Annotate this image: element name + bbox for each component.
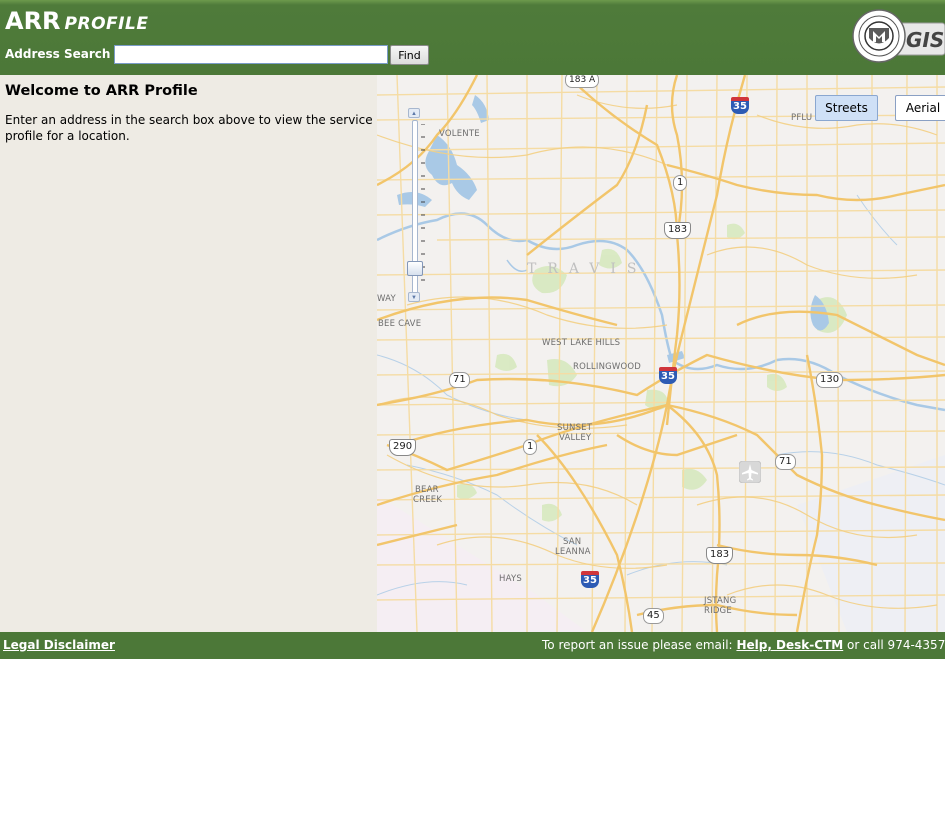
us-shield-183-south: 183 [706,547,734,564]
hwy-shield-130: 130 [816,372,844,388]
map-view[interactable]: VOLENTE PFLU TRAVIS WAY BEE CAVE WEST LA… [377,75,945,632]
city-gis-logo: GIS [852,9,945,65]
zoom-slider[interactable]: ▲ ▼ [407,108,425,304]
zoom-in-button[interactable]: ▲ [408,108,420,118]
place-label-bee-cave: BEE CAVE [378,319,422,329]
place-label-hays: HAYS [499,574,522,584]
panel-title: Welcome to ARR Profile [5,83,198,99]
place-label-san: SAN [563,537,582,547]
report-suffix: or call 974-4357 [847,638,945,652]
hwy-shield-1-south: 1 [523,439,538,455]
find-button[interactable]: Find [390,45,429,65]
info-panel: Welcome to ARR Profile Enter an address … [0,75,377,632]
county-label-travis: TRAVIS [527,261,648,277]
place-label-west-lake-hills: WEST LAKE HILLS [542,338,621,348]
logo-gis-text: GIS [906,28,944,52]
app-header: ARR PROFILE Address Search Find GIS [0,0,945,75]
legal-disclaimer-link[interactable]: Legal Disclaimer [3,638,115,652]
help-desk-email-link[interactable]: Help, Desk-CTM [736,638,843,652]
page-footer: Legal Disclaimer To report an issue plea… [0,632,945,659]
place-label-pflugerville: PFLU [791,113,813,123]
streets-basemap-button[interactable]: Streets [815,95,878,121]
interstate-shield-35-south: 35 [581,571,599,588]
hwy-shield-71-west: 71 [449,372,470,388]
place-label-way: WAY [377,294,396,304]
place-label-leanna: LEANNA [555,547,591,557]
report-issue-text: To report an issue please email: Help, D… [542,638,945,652]
zoom-ticks [421,124,425,281]
address-search-input[interactable] [114,45,388,64]
zoom-handle[interactable] [407,261,423,276]
place-label-mustang: JSTANG [704,596,737,606]
place-label-creek: CREEK [413,495,443,505]
hwy-shield-183a: 183 A [565,75,600,88]
app-title-main: ARR [5,7,61,35]
place-label-volente: VOLENTE [439,129,480,139]
airport-icon [738,460,762,484]
place-label-valley: VALLEY [559,433,592,443]
hwy-shield-71-east: 71 [775,454,796,470]
place-label-rollingwood: ROLLINGWOOD [573,362,642,372]
place-label-ridge: RIDGE [704,606,732,616]
app-title: ARR PROFILE [5,7,148,35]
place-label-sunset: SUNSET [557,423,593,433]
aerial-basemap-button[interactable]: Aerial [895,95,945,121]
panel-instructions: Enter an address in the search box above… [5,113,373,143]
hwy-shield-45: 45 [643,608,664,624]
app-title-sub: PROFILE [64,14,149,34]
interstate-shield-35-center: 35 [659,367,677,384]
us-shield-290: 290 [389,439,417,456]
report-prefix: To report an issue please email: [542,638,733,652]
address-search-label: Address Search [5,47,111,61]
interstate-shield-35-north: 35 [731,97,749,114]
street-basemap [377,75,945,632]
us-shield-183-north: 183 [664,222,692,239]
zoom-out-button[interactable]: ▼ [408,292,420,302]
place-label-bear: BEAR [415,485,439,495]
hwy-shield-1-north: 1 [673,175,688,191]
